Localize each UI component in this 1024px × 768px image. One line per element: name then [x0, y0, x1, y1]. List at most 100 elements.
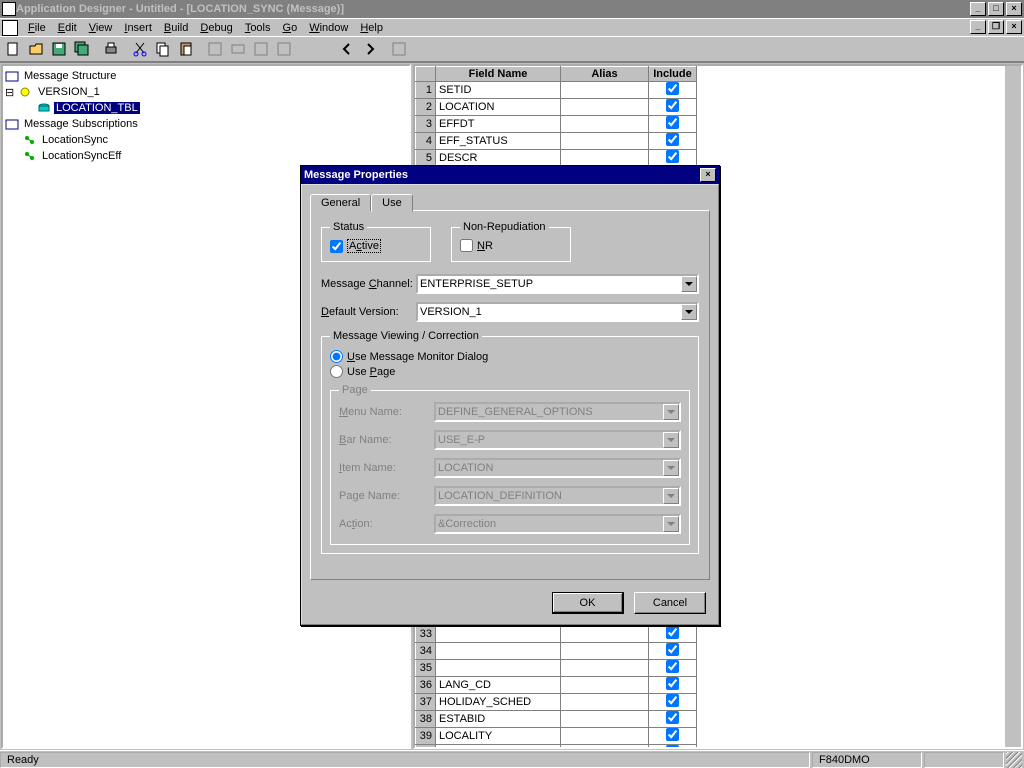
include-checkbox[interactable] [666, 728, 679, 741]
chevron-down-icon[interactable] [681, 276, 697, 292]
col-fieldname[interactable]: Field Name [436, 67, 561, 82]
itemname-label: Item Name: [339, 462, 434, 474]
include-checkbox[interactable] [666, 133, 679, 146]
grid-scrollbar[interactable] [1005, 66, 1021, 747]
col-alias[interactable]: Alias [561, 67, 649, 82]
pagename-combo: LOCATION_DEFINITION [434, 486, 681, 506]
mdi-restore-button[interactable]: ❐ [988, 20, 1004, 34]
tree-sub-locationsync[interactable]: LocationSync [5, 132, 407, 148]
status-ready: Ready [0, 752, 810, 768]
tool-d[interactable] [273, 38, 295, 60]
include-checkbox[interactable] [666, 116, 679, 129]
table-row[interactable]: 3EFFDT [416, 116, 697, 133]
include-checkbox[interactable] [666, 745, 679, 749]
tab-general[interactable]: General [310, 194, 371, 211]
maximize-button[interactable]: □ [988, 2, 1004, 16]
menu-file[interactable]: File [22, 21, 52, 35]
minimize-button[interactable]: _ [970, 2, 986, 16]
ok-button[interactable]: OK [552, 592, 624, 614]
include-checkbox[interactable] [666, 82, 679, 95]
menuname-combo: DEFINE_GENERAL_OPTIONS [434, 402, 681, 422]
pagename-label: Page Name: [339, 490, 434, 502]
tree-sub-locationsynceff[interactable]: LocationSyncEff [5, 148, 407, 164]
table-row[interactable]: 40CAN_CMA [416, 745, 697, 750]
paste-button[interactable] [175, 38, 197, 60]
action-combo: &Correction [434, 514, 681, 534]
tool-a[interactable] [204, 38, 226, 60]
barname-label: Bar Name: [339, 434, 434, 446]
table-row[interactable]: 4EFF_STATUS [416, 133, 697, 150]
include-checkbox[interactable] [666, 711, 679, 724]
save-button[interactable] [48, 38, 70, 60]
channel-combo[interactable]: ENTERPRISE_SETUP [416, 274, 699, 294]
nav-back-button[interactable] [336, 38, 358, 60]
include-checkbox[interactable] [666, 99, 679, 112]
table-row[interactable]: 39LOCALITY [416, 728, 697, 745]
menu-go[interactable]: Go [277, 21, 304, 35]
app-icon [2, 2, 16, 16]
print-button[interactable] [100, 38, 122, 60]
menu-view[interactable]: View [83, 21, 119, 35]
version-label: Default Version: [321, 306, 416, 318]
menu-help[interactable]: Help [354, 21, 389, 35]
radio-use-monitor[interactable] [330, 350, 343, 363]
col-include[interactable]: Include [649, 67, 697, 82]
tree-item-location-tbl[interactable]: LOCATION_TBL [5, 100, 407, 116]
table-row[interactable]: 37HOLIDAY_SCHED [416, 694, 697, 711]
app-title: Application Designer - Untitled - [LOCAT… [16, 3, 968, 15]
new-button[interactable] [2, 38, 24, 60]
cancel-button[interactable]: Cancel [634, 592, 706, 614]
app-titlebar: Application Designer - Untitled - [LOCAT… [0, 0, 1024, 18]
table-row[interactable]: 36LANG_CD [416, 677, 697, 694]
menu-build[interactable]: Build [158, 21, 194, 35]
channel-label: Message Channel: [321, 278, 416, 290]
barname-combo: USE_E-P [434, 430, 681, 450]
table-row[interactable]: 5DESCR [416, 150, 697, 167]
include-checkbox[interactable] [666, 677, 679, 690]
active-checkbox[interactable] [330, 240, 343, 253]
menu-window[interactable]: Window [303, 21, 354, 35]
menu-tools[interactable]: Tools [239, 21, 277, 35]
dialog-close-button[interactable]: × [700, 168, 716, 182]
tree-item-version[interactable]: ⊟ VERSION_1 [5, 84, 407, 100]
include-checkbox[interactable] [666, 150, 679, 163]
tree-root-structure[interactable]: Message Structure [5, 68, 407, 84]
toolbar [0, 36, 1024, 62]
menubar: File Edit View Insert Build Debug Tools … [0, 18, 1024, 36]
dialog-titlebar[interactable]: Message Properties × [301, 166, 719, 184]
tool-c[interactable] [250, 38, 272, 60]
message-properties-dialog: Message Properties × General Use Status … [300, 165, 720, 626]
group-status: Status Active [321, 221, 431, 262]
saveall-button[interactable] [71, 38, 93, 60]
mdi-minimize-button[interactable]: _ [970, 20, 986, 34]
open-button[interactable] [25, 38, 47, 60]
resize-grip[interactable] [1006, 752, 1022, 768]
close-button[interactable]: × [1006, 2, 1022, 16]
copy-button[interactable] [152, 38, 174, 60]
mdi-close-button[interactable]: × [1006, 20, 1022, 34]
tool-e[interactable] [388, 38, 410, 60]
table-row[interactable]: 1SETID [416, 82, 697, 99]
menu-debug[interactable]: Debug [194, 21, 238, 35]
menu-insert[interactable]: Insert [118, 21, 158, 35]
include-checkbox[interactable] [666, 694, 679, 707]
chevron-down-icon[interactable] [681, 304, 697, 320]
tab-use[interactable]: Use [371, 194, 413, 212]
menu-edit[interactable]: Edit [52, 21, 83, 35]
nr-checkbox[interactable] [460, 239, 473, 252]
table-row[interactable]: 38ESTABID [416, 711, 697, 728]
cut-button[interactable] [129, 38, 151, 60]
nav-fwd-button[interactable] [359, 38, 381, 60]
grid-corner [416, 67, 436, 82]
radio-use-page[interactable] [330, 365, 343, 378]
table-row[interactable]: 2LOCATION [416, 99, 697, 116]
statusbar: Ready F840DMO [0, 750, 1024, 768]
document-icon [2, 20, 18, 36]
version-combo[interactable]: VERSION_1 [416, 302, 699, 322]
itemname-combo: LOCATION [434, 458, 681, 478]
tab-page-use: Status Active Non-Repudiation NR Message… [310, 210, 710, 580]
group-page: Page Menu Name: DEFINE_GENERAL_OPTIONS B… [330, 384, 690, 545]
menuname-label: Menu Name: [339, 406, 434, 418]
tree-root-subscriptions[interactable]: Message Subscriptions [5, 116, 407, 132]
tool-b[interactable] [227, 38, 249, 60]
